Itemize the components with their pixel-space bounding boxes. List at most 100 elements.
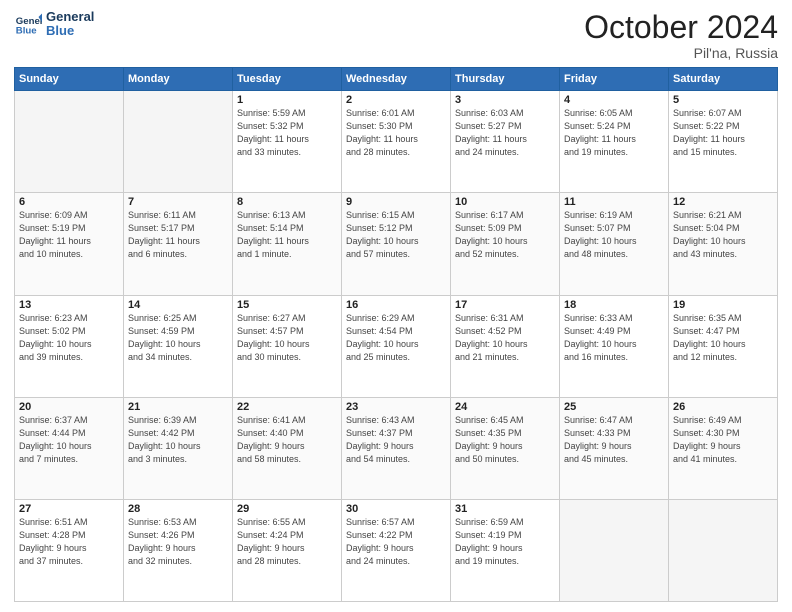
calendar-cell: 16Sunrise: 6:29 AM Sunset: 4:54 PM Dayli… [342,295,451,397]
day-number: 29 [237,503,337,515]
calendar-cell: 12Sunrise: 6:21 AM Sunset: 5:04 PM Dayli… [669,193,778,295]
day-info: Sunrise: 6:29 AM Sunset: 4:54 PM Dayligh… [346,312,446,364]
svg-text:Blue: Blue [16,26,37,37]
calendar-cell: 15Sunrise: 6:27 AM Sunset: 4:57 PM Dayli… [233,295,342,397]
calendar-cell: 23Sunrise: 6:43 AM Sunset: 4:37 PM Dayli… [342,397,451,499]
logo: General Blue General Blue [14,10,94,39]
calendar-cell: 30Sunrise: 6:57 AM Sunset: 4:22 PM Dayli… [342,499,451,601]
title-block: October 2024 Pil'na, Russia [584,10,778,61]
calendar-cell: 24Sunrise: 6:45 AM Sunset: 4:35 PM Dayli… [451,397,560,499]
calendar-cell: 7Sunrise: 6:11 AM Sunset: 5:17 PM Daylig… [124,193,233,295]
day-info: Sunrise: 6:47 AM Sunset: 4:33 PM Dayligh… [564,414,664,466]
calendar-cell: 6Sunrise: 6:09 AM Sunset: 5:19 PM Daylig… [15,193,124,295]
day-number: 30 [346,503,446,515]
calendar-cell: 29Sunrise: 6:55 AM Sunset: 4:24 PM Dayli… [233,499,342,601]
day-info: Sunrise: 6:53 AM Sunset: 4:26 PM Dayligh… [128,516,228,568]
day-info: Sunrise: 6:03 AM Sunset: 5:27 PM Dayligh… [455,107,555,159]
day-info: Sunrise: 6:15 AM Sunset: 5:12 PM Dayligh… [346,209,446,261]
day-number: 13 [19,299,119,311]
header: General Blue General Blue October 2024 P… [14,10,778,61]
day-number: 5 [673,94,773,106]
day-info: Sunrise: 6:35 AM Sunset: 4:47 PM Dayligh… [673,312,773,364]
calendar-cell: 28Sunrise: 6:53 AM Sunset: 4:26 PM Dayli… [124,499,233,601]
calendar-cell: 22Sunrise: 6:41 AM Sunset: 4:40 PM Dayli… [233,397,342,499]
weekday-header: Monday [124,68,233,91]
calendar-cell: 18Sunrise: 6:33 AM Sunset: 4:49 PM Dayli… [560,295,669,397]
day-number: 9 [346,196,446,208]
month-title: October 2024 [584,10,778,45]
logo-icon: General Blue [14,10,42,38]
calendar-cell [124,91,233,193]
day-number: 1 [237,94,337,106]
day-info: Sunrise: 6:09 AM Sunset: 5:19 PM Dayligh… [19,209,119,261]
calendar-week-row: 6Sunrise: 6:09 AM Sunset: 5:19 PM Daylig… [15,193,778,295]
logo-general: General [46,10,94,24]
day-number: 18 [564,299,664,311]
day-number: 16 [346,299,446,311]
calendar-cell: 20Sunrise: 6:37 AM Sunset: 4:44 PM Dayli… [15,397,124,499]
calendar-cell: 27Sunrise: 6:51 AM Sunset: 4:28 PM Dayli… [15,499,124,601]
day-number: 25 [564,401,664,413]
logo-blue: Blue [46,24,94,38]
calendar-week-row: 27Sunrise: 6:51 AM Sunset: 4:28 PM Dayli… [15,499,778,601]
day-number: 24 [455,401,555,413]
day-number: 21 [128,401,228,413]
calendar-cell: 17Sunrise: 6:31 AM Sunset: 4:52 PM Dayli… [451,295,560,397]
calendar-cell: 26Sunrise: 6:49 AM Sunset: 4:30 PM Dayli… [669,397,778,499]
day-number: 19 [673,299,773,311]
calendar-week-row: 13Sunrise: 6:23 AM Sunset: 5:02 PM Dayli… [15,295,778,397]
day-info: Sunrise: 6:43 AM Sunset: 4:37 PM Dayligh… [346,414,446,466]
day-info: Sunrise: 6:27 AM Sunset: 4:57 PM Dayligh… [237,312,337,364]
calendar-cell: 9Sunrise: 6:15 AM Sunset: 5:12 PM Daylig… [342,193,451,295]
day-info: Sunrise: 6:45 AM Sunset: 4:35 PM Dayligh… [455,414,555,466]
weekday-header: Thursday [451,68,560,91]
day-number: 26 [673,401,773,413]
weekday-header-row: SundayMondayTuesdayWednesdayThursdayFrid… [15,68,778,91]
day-info: Sunrise: 6:17 AM Sunset: 5:09 PM Dayligh… [455,209,555,261]
day-number: 3 [455,94,555,106]
day-info: Sunrise: 6:41 AM Sunset: 4:40 PM Dayligh… [237,414,337,466]
weekday-header: Tuesday [233,68,342,91]
day-info: Sunrise: 6:37 AM Sunset: 4:44 PM Dayligh… [19,414,119,466]
day-info: Sunrise: 6:57 AM Sunset: 4:22 PM Dayligh… [346,516,446,568]
location: Pil'na, Russia [584,45,778,61]
calendar-cell: 13Sunrise: 6:23 AM Sunset: 5:02 PM Dayli… [15,295,124,397]
calendar-cell: 19Sunrise: 6:35 AM Sunset: 4:47 PM Dayli… [669,295,778,397]
weekday-header: Friday [560,68,669,91]
day-number: 23 [346,401,446,413]
weekday-header: Wednesday [342,68,451,91]
day-info: Sunrise: 6:13 AM Sunset: 5:14 PM Dayligh… [237,209,337,261]
day-info: Sunrise: 6:49 AM Sunset: 4:30 PM Dayligh… [673,414,773,466]
day-info: Sunrise: 6:23 AM Sunset: 5:02 PM Dayligh… [19,312,119,364]
calendar-cell [560,499,669,601]
day-number: 10 [455,196,555,208]
calendar-table: SundayMondayTuesdayWednesdayThursdayFrid… [14,67,778,602]
weekday-header: Saturday [669,68,778,91]
day-number: 31 [455,503,555,515]
calendar-cell: 5Sunrise: 6:07 AM Sunset: 5:22 PM Daylig… [669,91,778,193]
calendar-cell: 3Sunrise: 6:03 AM Sunset: 5:27 PM Daylig… [451,91,560,193]
day-number: 12 [673,196,773,208]
day-info: Sunrise: 6:51 AM Sunset: 4:28 PM Dayligh… [19,516,119,568]
day-info: Sunrise: 6:25 AM Sunset: 4:59 PM Dayligh… [128,312,228,364]
day-number: 7 [128,196,228,208]
day-info: Sunrise: 6:55 AM Sunset: 4:24 PM Dayligh… [237,516,337,568]
weekday-header: Sunday [15,68,124,91]
day-number: 6 [19,196,119,208]
day-info: Sunrise: 6:19 AM Sunset: 5:07 PM Dayligh… [564,209,664,261]
day-info: Sunrise: 6:01 AM Sunset: 5:30 PM Dayligh… [346,107,446,159]
day-number: 15 [237,299,337,311]
page: General Blue General Blue October 2024 P… [0,0,792,612]
calendar-cell [15,91,124,193]
day-number: 27 [19,503,119,515]
day-number: 17 [455,299,555,311]
day-info: Sunrise: 6:21 AM Sunset: 5:04 PM Dayligh… [673,209,773,261]
day-info: Sunrise: 6:59 AM Sunset: 4:19 PM Dayligh… [455,516,555,568]
calendar-cell: 10Sunrise: 6:17 AM Sunset: 5:09 PM Dayli… [451,193,560,295]
day-info: Sunrise: 5:59 AM Sunset: 5:32 PM Dayligh… [237,107,337,159]
day-number: 22 [237,401,337,413]
calendar-cell: 4Sunrise: 6:05 AM Sunset: 5:24 PM Daylig… [560,91,669,193]
day-info: Sunrise: 6:05 AM Sunset: 5:24 PM Dayligh… [564,107,664,159]
calendar-cell: 14Sunrise: 6:25 AM Sunset: 4:59 PM Dayli… [124,295,233,397]
calendar-cell: 2Sunrise: 6:01 AM Sunset: 5:30 PM Daylig… [342,91,451,193]
